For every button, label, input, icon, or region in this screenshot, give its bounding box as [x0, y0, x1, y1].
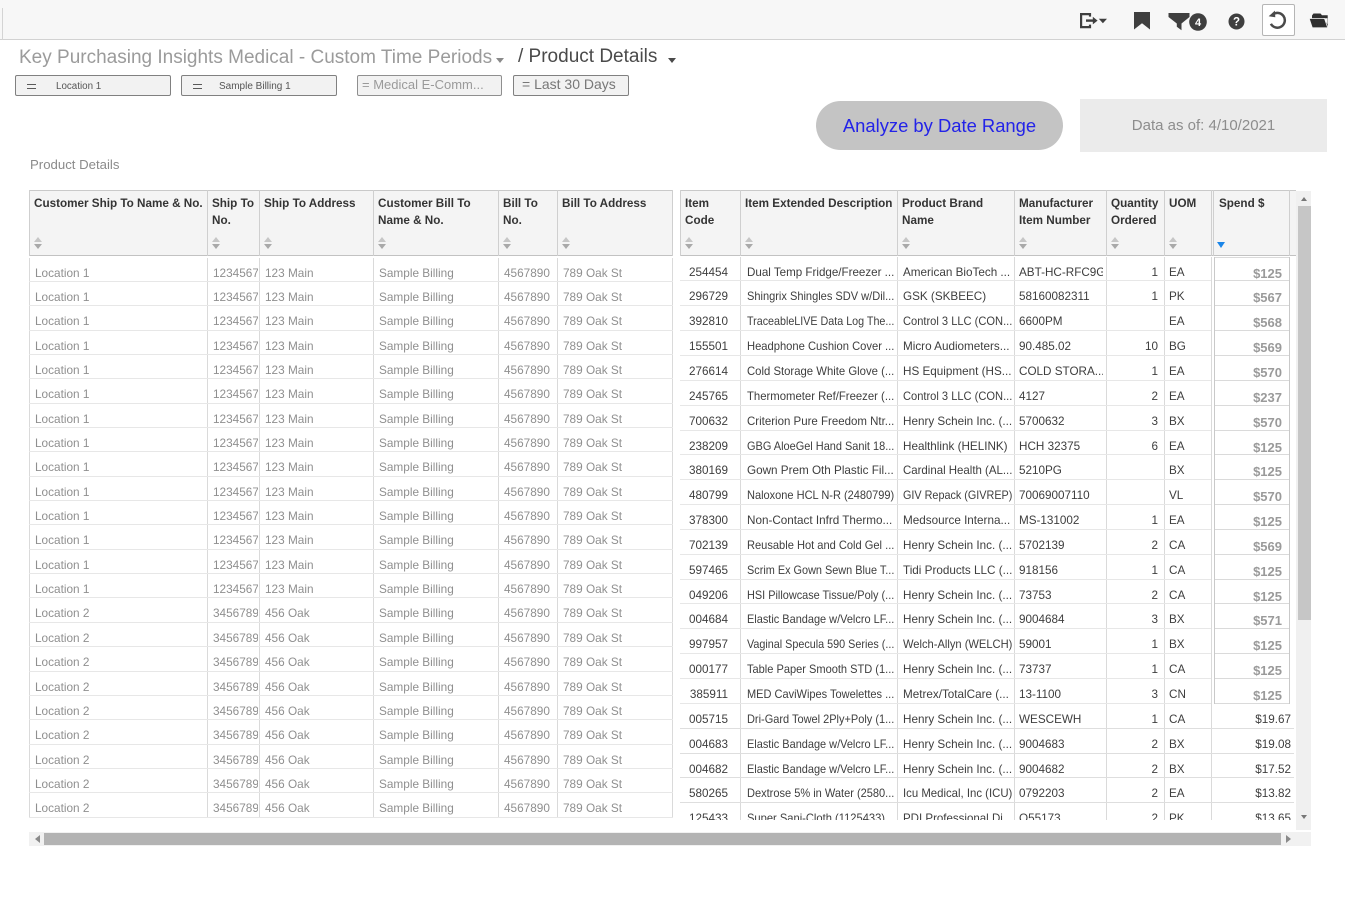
svg-text:4: 4: [1195, 17, 1202, 29]
svg-text:?: ?: [1233, 17, 1240, 29]
